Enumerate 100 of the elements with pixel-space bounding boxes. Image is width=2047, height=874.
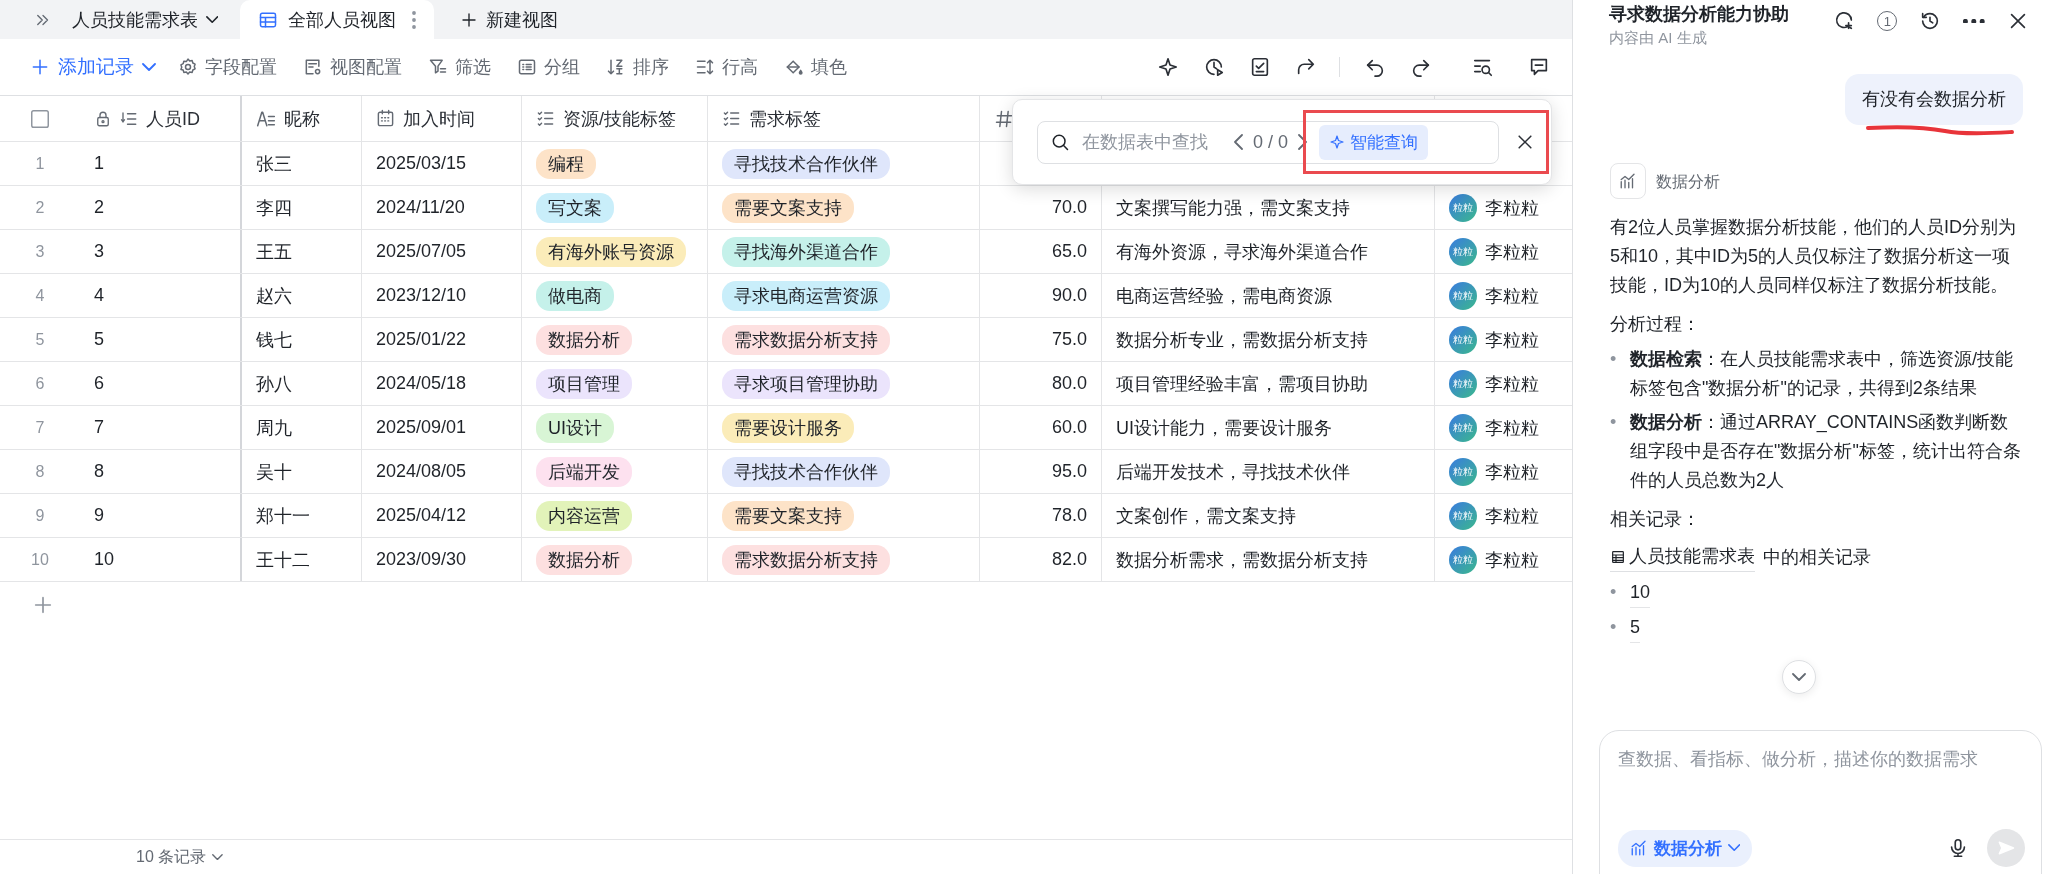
tag: 寻求项目管理协助 <box>722 368 890 399</box>
table-cell: 8 <box>94 461 104 482</box>
tag: 寻找海外渠道合作 <box>722 236 890 267</box>
table-cell-text: 李四 <box>256 196 292 220</box>
avatar: 粒粒 <box>1449 413 1477 442</box>
table-cell: 10 <box>94 549 115 570</box>
table-cell: 3 <box>94 241 104 262</box>
panel-subtitle: 内容由 AI 生成 <box>1609 29 1708 48</box>
tag: 寻找技术合作伙伴 <box>722 456 890 487</box>
person-name: 李粒粒 <box>1485 328 1539 352</box>
table-cell-text: 赵六 <box>256 284 292 308</box>
table-cell: 9 <box>94 505 104 526</box>
avatar: 粒粒 <box>1449 325 1477 354</box>
tag: 有海外账号资源 <box>536 236 686 267</box>
person-name: 李粒粒 <box>1485 416 1539 440</box>
tag: 编程 <box>536 148 596 179</box>
toolbar-button[interactable]: 分组 <box>517 55 580 79</box>
table-cell: 2025/09/01 <box>376 417 467 438</box>
search-field[interactable]: 在数据表中查找 0 / 0 智能查询 <box>1037 120 1499 164</box>
mode-dropdown[interactable]: 数据分析 <box>1618 829 1753 867</box>
table-cell: 2024/05/18 <box>376 373 467 394</box>
toolbar-button[interactable]: 视图配置 <box>303 55 402 79</box>
record-link[interactable]: 10 <box>1630 578 1651 608</box>
record-label: 中的相关记录 <box>1763 545 1871 569</box>
person-name: 李粒粒 <box>1485 196 1539 220</box>
table-cell: 70.0 <box>1051 197 1087 218</box>
column-header[interactable]: 资源/技能标签 <box>563 106 676 131</box>
table-cell-text: 周九 <box>256 416 292 440</box>
table-cell: 75.0 <box>1051 329 1087 350</box>
table-cell: 2023/12/10 <box>376 285 467 306</box>
row-number: 7 <box>35 418 45 437</box>
tag: 数据分析 <box>536 544 632 575</box>
column-header[interactable]: 昵称 <box>284 106 320 131</box>
table-cell: 2024/11/20 <box>376 197 465 218</box>
section-heading: 分析过程： <box>1610 313 1701 336</box>
table-cell: 1 <box>94 153 104 174</box>
table-cell: 4 <box>94 285 104 306</box>
avatar: 粒粒 <box>1449 457 1477 486</box>
chat-input[interactable]: 查数据、看指标、做分析，描述你的数据需求 数据分析 <box>1599 730 2042 874</box>
table-cell-text: 郑十一 <box>256 504 310 528</box>
table-cell-text: 钱七 <box>256 328 292 352</box>
tag: 需求数据分析支持 <box>722 324 890 355</box>
table-cell: 95.0 <box>1051 461 1087 482</box>
person-name: 李粒粒 <box>1485 460 1539 484</box>
person-name: 李粒粒 <box>1485 284 1539 308</box>
table-cell-text: UI设计能力，需要设计服务 <box>1116 416 1332 440</box>
record-count-dropdown[interactable]: 10 条记录 <box>136 846 224 868</box>
smart-query-button[interactable]: 智能查询 <box>1319 124 1429 160</box>
analysis-step: 数据检索：在人员技能需求表中，筛选资源/技能标签包含"数据分析"的记录，共得到2条结果 <box>1630 345 2023 403</box>
table-cell: 2024/08/05 <box>376 461 467 482</box>
tag: 做电商 <box>536 280 614 311</box>
toolbar-button[interactable]: 行高 <box>695 55 758 79</box>
table-cell: 65.0 <box>1051 241 1087 262</box>
add-record-button[interactable]: 添加记录 <box>30 54 156 80</box>
table-cell: 2 <box>94 197 104 218</box>
table-cell: 5 <box>94 329 104 350</box>
table-cell-text: 吴十 <box>256 460 292 484</box>
view-tab[interactable]: 全部人员视图 <box>240 0 435 39</box>
table-cell: 82.0 <box>1051 549 1087 570</box>
row-number: 1 <box>35 154 45 173</box>
table-cell: 2025/04/12 <box>376 505 467 526</box>
toolbar-button[interactable]: 筛选 <box>428 55 491 79</box>
column-header[interactable]: 人员ID <box>146 106 200 131</box>
record-link[interactable]: 5 <box>1630 613 1640 643</box>
table-cell-text: 数据分析需求，需数据分析支持 <box>1116 548 1368 572</box>
table-cell: 2023/09/30 <box>376 549 467 570</box>
table-name-dropdown[interactable]: 人员技能需求表 <box>68 0 241 39</box>
person-name: 李粒粒 <box>1485 548 1539 572</box>
new-view-button[interactable]: 新建视图 <box>440 0 579 39</box>
table-cell: 2025/03/15 <box>376 153 467 174</box>
match-counter: 0 / 0 <box>1253 131 1289 153</box>
row-number: 2 <box>35 198 45 217</box>
tag: 后端开发 <box>536 456 632 487</box>
table-cell-text: 王十二 <box>256 548 310 572</box>
person-name: 李粒粒 <box>1485 504 1539 528</box>
column-header[interactable]: 需求标签 <box>749 106 821 131</box>
table-cell-text: 张三 <box>256 152 292 176</box>
person-name: 李粒粒 <box>1485 372 1539 396</box>
table-cell-text: 后端开发技术，寻找技术伙伴 <box>1116 460 1350 484</box>
bullet: • <box>1610 616 1618 639</box>
table-cell: 2025/07/05 <box>376 241 467 262</box>
avatar: 粒粒 <box>1449 193 1477 222</box>
avatar: 粒粒 <box>1449 501 1477 530</box>
table-cell: 80.0 <box>1051 373 1087 394</box>
tag: 数据分析 <box>536 324 632 355</box>
table-cell-text: 项目管理经验丰富，需项目协助 <box>1116 372 1368 396</box>
tag: 内容运营 <box>536 500 632 531</box>
row-number: 10 <box>31 550 49 569</box>
table-link[interactable]: 人员技能需求表 <box>1610 542 1755 572</box>
tag: 寻找技术合作伙伴 <box>722 148 890 179</box>
row-number: 6 <box>35 374 45 393</box>
avatar: 粒粒 <box>1449 237 1477 266</box>
toolbar-button[interactable]: 字段配置 <box>178 55 277 79</box>
table-cell: 6 <box>94 373 104 394</box>
column-header[interactable]: 加入时间 <box>403 106 475 131</box>
bullet: • <box>1610 348 1618 371</box>
table-cell: 90.0 <box>1051 285 1087 306</box>
table-cell: 78.0 <box>1051 505 1087 526</box>
toolbar-button[interactable]: 排序 <box>606 55 669 79</box>
toolbar-button[interactable]: 填色 <box>784 55 847 79</box>
